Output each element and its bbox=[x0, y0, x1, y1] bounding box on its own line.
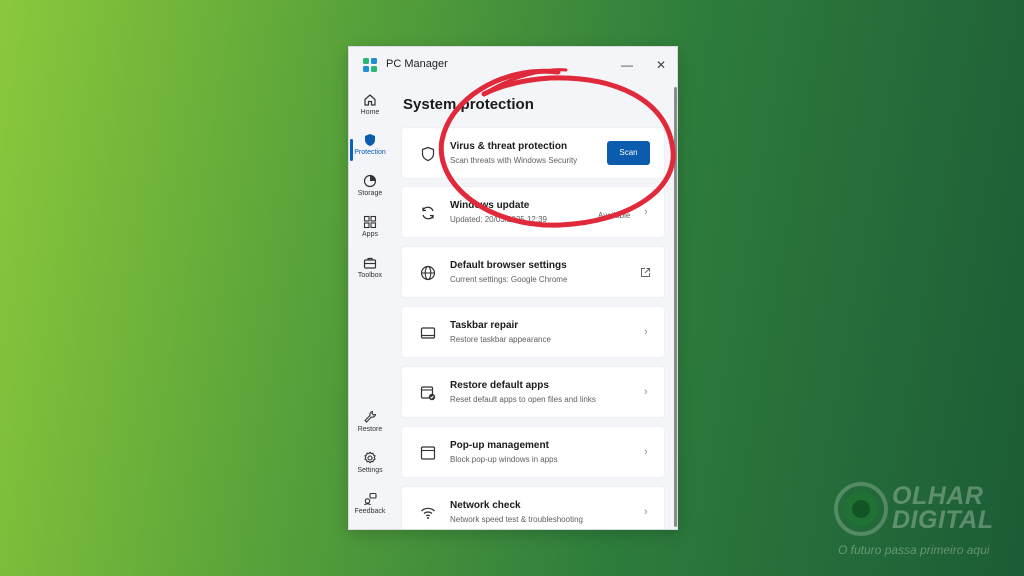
card-subtitle: Scan threats with Windows Security bbox=[450, 156, 578, 165]
popup-window-icon bbox=[420, 446, 436, 460]
card-pop-up-management[interactable]: Pop-up management Block pop-up windows i… bbox=[401, 426, 665, 478]
card-title: Taskbar repair bbox=[450, 320, 519, 331]
card-title: Windows update bbox=[450, 200, 530, 211]
storage-pie-icon bbox=[363, 174, 377, 188]
sidebar: Home Protection Storage Apps Toolbox Res… bbox=[349, 83, 391, 529]
watermark-brand-text: OLHAR DIGITAL bbox=[892, 482, 994, 534]
card-subtitle: Updated: 20/03/2025 12:39 bbox=[450, 215, 547, 224]
sidebar-item-label: Restore bbox=[357, 426, 383, 433]
update-status-text: Available bbox=[598, 211, 631, 220]
close-button[interactable]: ✕ bbox=[651, 55, 671, 75]
card-title: Default browser settings bbox=[450, 260, 567, 271]
taskbar-icon bbox=[420, 327, 436, 339]
card-subtitle: Reset default apps to open files and lin… bbox=[450, 395, 596, 404]
feedback-icon bbox=[363, 492, 377, 506]
shield-outline-icon bbox=[421, 146, 435, 162]
page-title: System protection bbox=[403, 96, 534, 113]
card-restore-default-apps[interactable]: Restore default apps Reset default apps … bbox=[401, 366, 665, 418]
sidebar-item-label: Settings bbox=[357, 467, 383, 474]
default-apps-icon bbox=[420, 386, 436, 401]
sidebar-item-restore[interactable]: Restore bbox=[349, 408, 391, 446]
chevron-right-icon: › bbox=[644, 386, 648, 398]
home-icon bbox=[364, 94, 376, 106]
sidebar-item-home[interactable]: Home bbox=[349, 91, 391, 129]
chevron-right-icon: › bbox=[644, 206, 648, 218]
wrench-icon bbox=[364, 410, 377, 423]
watermark-tagline: O futuro passa primeiro aqui bbox=[838, 543, 990, 557]
sync-icon bbox=[422, 206, 434, 220]
sidebar-item-apps[interactable]: Apps bbox=[349, 213, 391, 251]
card-title: Restore default apps bbox=[450, 380, 549, 391]
card-subtitle: Current settings: Google Chrome bbox=[450, 275, 568, 284]
chevron-right-icon: › bbox=[644, 326, 648, 338]
olhar-digital-watermark: OLHAR DIGITAL O futuro passa primeiro aq… bbox=[834, 480, 1014, 570]
sidebar-item-label: Protection bbox=[354, 149, 386, 156]
card-subtitle: Block pop-up windows in apps bbox=[450, 455, 558, 464]
app-title: PC Manager bbox=[386, 58, 448, 70]
scan-button[interactable]: Scan bbox=[607, 141, 650, 165]
toolbox-icon bbox=[363, 257, 377, 269]
sidebar-item-label: Storage bbox=[357, 190, 383, 197]
sidebar-item-storage[interactable]: Storage bbox=[349, 172, 391, 210]
shield-icon bbox=[365, 134, 375, 146]
card-subtitle: Restore taskbar appearance bbox=[450, 335, 551, 344]
card-taskbar-repair[interactable]: Taskbar repair Restore taskbar appearanc… bbox=[401, 306, 665, 358]
card-title: Network check bbox=[450, 500, 521, 511]
external-link-icon bbox=[641, 268, 650, 277]
title-bar: PC Manager — ✕ bbox=[349, 47, 677, 83]
sidebar-item-label: Apps bbox=[362, 231, 378, 238]
apps-grid-icon bbox=[363, 215, 377, 229]
sidebar-item-feedback[interactable]: Feedback bbox=[349, 490, 391, 528]
sidebar-item-settings[interactable]: Settings bbox=[349, 449, 391, 487]
card-default-browser-settings[interactable]: Default browser settings Current setting… bbox=[401, 246, 665, 298]
scrollbar[interactable] bbox=[674, 87, 677, 527]
active-indicator bbox=[350, 139, 353, 161]
sidebar-item-label: Toolbox bbox=[357, 272, 383, 279]
card-virus-threat-protection: Virus & threat protection Scan threats w… bbox=[401, 127, 665, 179]
sidebar-item-toolbox[interactable]: Toolbox bbox=[349, 254, 391, 292]
card-subtitle: Network speed test & troubleshooting bbox=[450, 515, 583, 524]
gear-icon bbox=[364, 451, 376, 464]
card-windows-update[interactable]: Windows update Updated: 20/03/2025 12:39… bbox=[401, 186, 665, 238]
pc-manager-logo-icon bbox=[363, 58, 377, 72]
chevron-right-icon: › bbox=[644, 446, 648, 458]
card-title: Pop-up management bbox=[450, 440, 549, 451]
card-network-check[interactable]: Network check Network speed test & troub… bbox=[401, 486, 665, 529]
sidebar-item-label: Feedback bbox=[354, 508, 386, 515]
pc-manager-window: PC Manager — ✕ Home Protection Storage A… bbox=[348, 46, 678, 530]
chevron-right-icon: › bbox=[644, 506, 648, 518]
olhar-digital-logo-icon bbox=[834, 482, 888, 536]
card-title: Virus & threat protection bbox=[450, 141, 568, 152]
minimize-button[interactable]: — bbox=[617, 55, 637, 75]
sidebar-item-protection[interactable]: Protection bbox=[349, 131, 391, 169]
wifi-icon bbox=[421, 507, 435, 519]
globe-icon bbox=[420, 265, 436, 281]
sidebar-item-label: Home bbox=[360, 109, 380, 116]
